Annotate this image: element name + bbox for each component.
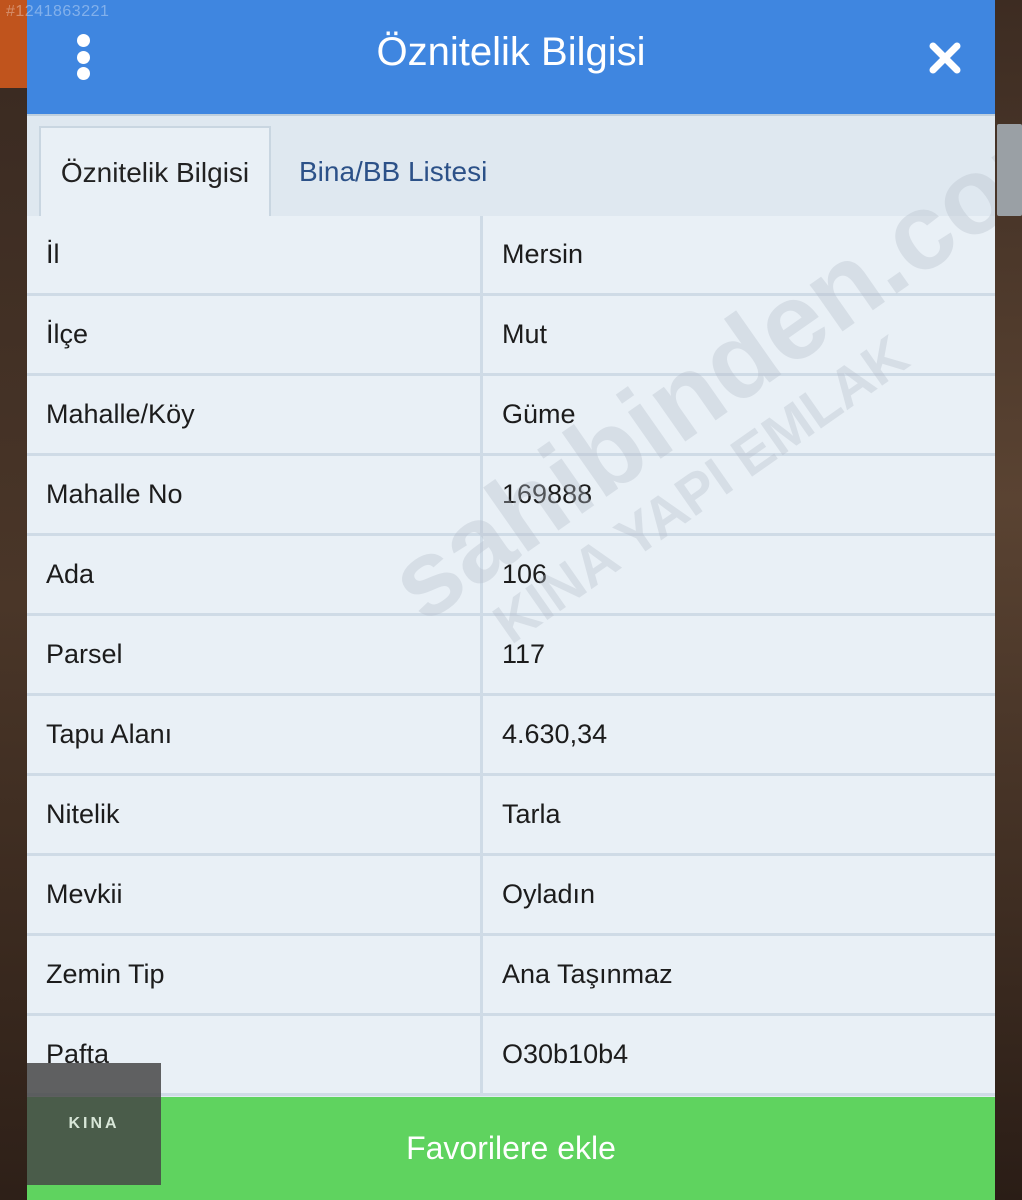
table-row: Parsel 117: [27, 616, 995, 696]
attribute-value: Ana Taşınmaz: [483, 936, 995, 1016]
table-row: Mahalle/Köy Güme: [27, 376, 995, 456]
table-row: Nitelik Tarla: [27, 776, 995, 856]
table-row: Pafta O30b10b4: [27, 1016, 995, 1096]
agency-logo: KINA: [27, 1063, 161, 1185]
modal-title: Öznitelik Bilgisi: [376, 30, 646, 74]
table-row: Mahalle No 169888: [27, 456, 995, 536]
attribute-value: Güme: [483, 376, 995, 456]
attribute-value: Oyladın: [483, 856, 995, 936]
background-left: [0, 0, 27, 1200]
attribute-value: 117: [483, 616, 995, 696]
table-row: Mevkii Oyladın: [27, 856, 995, 936]
attribute-key: Nitelik: [27, 776, 483, 856]
attribute-key: Mevkii: [27, 856, 483, 936]
attribute-key: Mahalle No: [27, 456, 483, 536]
attribute-key: Tapu Alanı: [27, 696, 483, 776]
add-to-favorites-button[interactable]: Favorilere ekle: [27, 1097, 995, 1200]
attribute-key: Mahalle/Köy: [27, 376, 483, 456]
attribute-key: İlçe: [27, 296, 483, 376]
table-row: Tapu Alanı 4.630,34: [27, 696, 995, 776]
attribute-value: Mut: [483, 296, 995, 376]
attribute-value: O30b10b4: [483, 1016, 995, 1096]
attribute-value: 169888: [483, 456, 995, 536]
attribute-info-modal: Öznitelik Bilgisi Öznitelik Bilgisi Bina…: [27, 0, 995, 1200]
attribute-key: Ada: [27, 536, 483, 616]
table-row: Zemin Tip Ana Taşınmaz: [27, 936, 995, 1016]
attribute-value: Mersin: [483, 216, 995, 296]
attribute-key: İl: [27, 216, 483, 296]
modal-header: Öznitelik Bilgisi: [27, 0, 995, 116]
attribute-key: Parsel: [27, 616, 483, 696]
tab-bar: Öznitelik Bilgisi Bina/BB Listesi: [27, 116, 995, 218]
listing-id: #1241863221: [6, 3, 110, 20]
table-row: İl Mersin: [27, 216, 995, 296]
attribute-key: Zemin Tip: [27, 936, 483, 1016]
attribute-value: 4.630,34: [483, 696, 995, 776]
attribute-value: Tarla: [483, 776, 995, 856]
attribute-table: İl Mersin İlçe Mut Mahalle/Köy Güme Maha…: [27, 216, 995, 1096]
logo-text: KINA: [68, 1115, 120, 1132]
close-icon[interactable]: [925, 38, 965, 78]
tab-attribute-info[interactable]: Öznitelik Bilgisi: [39, 126, 271, 218]
table-row: Ada 106: [27, 536, 995, 616]
attribute-value: 106: [483, 536, 995, 616]
tab-building-list[interactable]: Bina/BB Listesi: [299, 126, 487, 218]
scrollbar-thumb[interactable]: [997, 124, 1022, 216]
table-row: İlçe Mut: [27, 296, 995, 376]
